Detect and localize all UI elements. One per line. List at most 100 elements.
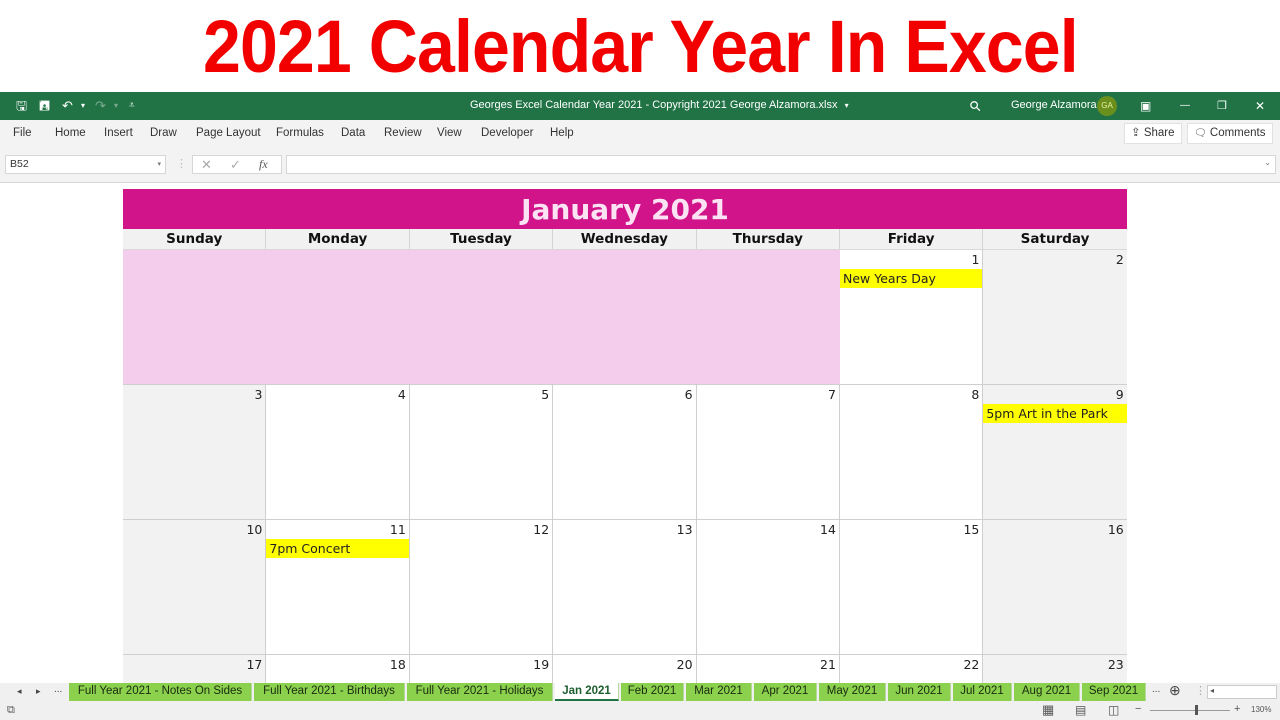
tab-more-left[interactable]: ... — [54, 684, 62, 695]
search-icon[interactable]: ⚲ — [966, 97, 985, 116]
day-number: 21 — [820, 657, 836, 672]
close-icon[interactable]: ✕ — [1255, 98, 1265, 114]
sheet-tab[interactable]: Jul 2021 — [953, 683, 1012, 701]
tab-home[interactable]: Home — [55, 127, 86, 139]
save-icon[interactable]: 🖫 — [16, 98, 27, 114]
sheet-tab[interactable]: Full Year 2021 - Notes On Sides — [69, 683, 252, 701]
sheet-tab[interactable]: Apr 2021 — [754, 683, 817, 701]
tab-view[interactable]: View — [437, 127, 462, 139]
sheet-tab[interactable]: Sep 2021 — [1082, 683, 1146, 701]
tab-developer[interactable]: Developer — [481, 127, 533, 139]
name-box-dropdown-icon[interactable]: ▾ — [157, 156, 161, 173]
formula-bar-grip-icon[interactable]: ⋮ — [176, 157, 187, 170]
day-cell[interactable]: 9 5pm Art in the Park — [983, 385, 1127, 519]
page-break-view-icon[interactable]: ◫ — [1108, 703, 1119, 717]
page-layout-view-icon[interactable]: ▤ — [1075, 703, 1086, 717]
ribbon-display-icon[interactable]: ▣ — [1140, 98, 1151, 114]
day-cell[interactable]: 5 — [409, 385, 554, 519]
comments-button[interactable]: 🗨 Comments — [1187, 123, 1273, 144]
enter-icon[interactable]: ✓ — [230, 157, 241, 173]
macro-recording-icon[interactable]: ⧉ — [7, 704, 15, 717]
redo-dropdown-icon[interactable]: ▾ — [114, 98, 118, 114]
zoom-out-icon[interactable]: − — [1135, 703, 1141, 715]
day-cell[interactable]: 21 — [696, 655, 840, 683]
scroll-left-icon[interactable]: ◂ — [1210, 686, 1214, 695]
day-cell[interactable]: 4 — [266, 385, 410, 519]
tab-help[interactable]: Help — [550, 127, 574, 139]
day-cell[interactable]: 18 — [266, 655, 410, 683]
sheet-tab[interactable]: Full Year 2021 - Birthdays — [254, 683, 405, 701]
day-cell[interactable]: 2 — [983, 250, 1127, 384]
formula-input[interactable]: ⌄ — [286, 155, 1276, 174]
day-cell[interactable]: 13 — [553, 520, 697, 654]
day-cell[interactable]: 23 — [983, 655, 1127, 683]
sheet-tab[interactable]: Mar 2021 — [686, 683, 752, 701]
title-dropdown-icon[interactable]: ▾ — [845, 101, 849, 110]
day-cell[interactable]: 11 7pm Concert — [266, 520, 410, 654]
tab-data[interactable]: Data — [341, 127, 365, 139]
undo-dropdown-icon[interactable]: ▾ — [81, 98, 85, 114]
sheet-tab[interactable]: Full Year 2021 - Holidays — [407, 683, 553, 701]
day-cell[interactable]: 12 — [409, 520, 554, 654]
sheet-tab[interactable]: May 2021 — [819, 683, 886, 701]
horizontal-scrollbar[interactable]: ◂ — [1207, 685, 1277, 699]
normal-view-icon[interactable]: ▦ — [1042, 702, 1054, 718]
user-avatar[interactable]: GA — [1097, 96, 1117, 116]
day-number: 23 — [1107, 657, 1124, 672]
dow-tuesday: Tuesday — [410, 229, 554, 249]
restore-icon[interactable]: ❐ — [1217, 98, 1227, 114]
user-name[interactable]: George Alzamora — [1011, 99, 1097, 111]
tab-insert[interactable]: Insert — [104, 127, 133, 139]
day-cell[interactable]: 7 — [696, 385, 840, 519]
new-sheet-icon[interactable]: ⊕ — [1169, 682, 1181, 699]
calendar-event[interactable]: New Years Day — [840, 269, 983, 288]
customize-qat-icon[interactable]: ⩡ — [129, 98, 135, 114]
tab-page-layout[interactable]: Page Layout — [196, 127, 261, 139]
day-cell[interactable]: 3 — [123, 385, 267, 519]
zoom-in-icon[interactable]: + — [1234, 703, 1240, 715]
undo-icon[interactable]: ↶ — [62, 98, 73, 114]
tab-split-handle[interactable]: ⋮ — [1195, 684, 1206, 697]
share-button[interactable]: ⇪ Share — [1124, 123, 1182, 144]
day-cell[interactable]: 14 — [696, 520, 840, 654]
day-cell[interactable]: 1 New Years Day — [840, 250, 984, 384]
autosave-icon[interactable]: 🖪 — [39, 98, 50, 114]
day-cell[interactable]: 19 — [409, 655, 554, 683]
tab-file[interactable]: File — [13, 127, 32, 139]
tab-more-right[interactable]: ... — [1152, 684, 1160, 695]
dow-saturday: Saturday — [1020, 231, 1090, 247]
redo-icon[interactable]: ↷ — [95, 98, 106, 114]
day-cell[interactable]: 22 — [839, 655, 984, 683]
calendar-event[interactable]: 7pm Concert — [266, 539, 409, 558]
tab-draw[interactable]: Draw — [150, 127, 177, 139]
tab-review[interactable]: Review — [384, 127, 422, 139]
sheet-tab[interactable]: Feb 2021 — [621, 683, 684, 701]
day-cell[interactable]: 6 — [553, 385, 697, 519]
tab-scroll-right-icon[interactable]: ▸ — [36, 686, 41, 697]
zoom-slider-thumb[interactable] — [1194, 705, 1198, 715]
tab-formulas[interactable]: Formulas — [276, 127, 324, 139]
cancel-icon[interactable]: ✕ — [201, 157, 212, 173]
day-cell[interactable]: 20 — [553, 655, 697, 683]
day-cell[interactable]: 17 — [123, 655, 267, 683]
document-title[interactable]: Georges Excel Calendar Year 2021 - Copyr… — [470, 99, 849, 111]
worksheet[interactable]: January 2021 Sunday Monday Tuesday Wedne… — [0, 183, 1280, 683]
tab-scroll-left-icon[interactable]: ◂ — [17, 686, 22, 697]
zoom-level[interactable]: 130% — [1251, 705, 1271, 714]
day-cell[interactable]: 8 — [839, 385, 984, 519]
minimize-icon[interactable]: — — [1180, 98, 1190, 114]
calendar-event[interactable]: 5pm Art in the Park — [983, 404, 1127, 423]
name-box[interactable]: B52 ▾ — [5, 155, 166, 174]
expand-formula-bar-icon[interactable]: ⌄ — [1264, 158, 1271, 167]
day-number: 17 — [246, 657, 263, 672]
day-cell[interactable]: 10 — [123, 520, 267, 654]
insert-function-icon[interactable]: fx — [259, 157, 268, 172]
zoom-slider[interactable] — [1150, 710, 1230, 711]
sheet-tab[interactable]: Aug 2021 — [1014, 683, 1080, 701]
sheet-tab[interactable]: Jan 2021 — [555, 683, 619, 701]
day-cell[interactable]: 15 — [839, 520, 984, 654]
sheet-tab[interactable]: Jun 2021 — [888, 683, 951, 701]
day-cell[interactable]: 16 — [983, 520, 1127, 654]
formula-buttons: ✕ ✓ fx — [192, 155, 282, 174]
blank-days-cell[interactable] — [123, 250, 840, 384]
